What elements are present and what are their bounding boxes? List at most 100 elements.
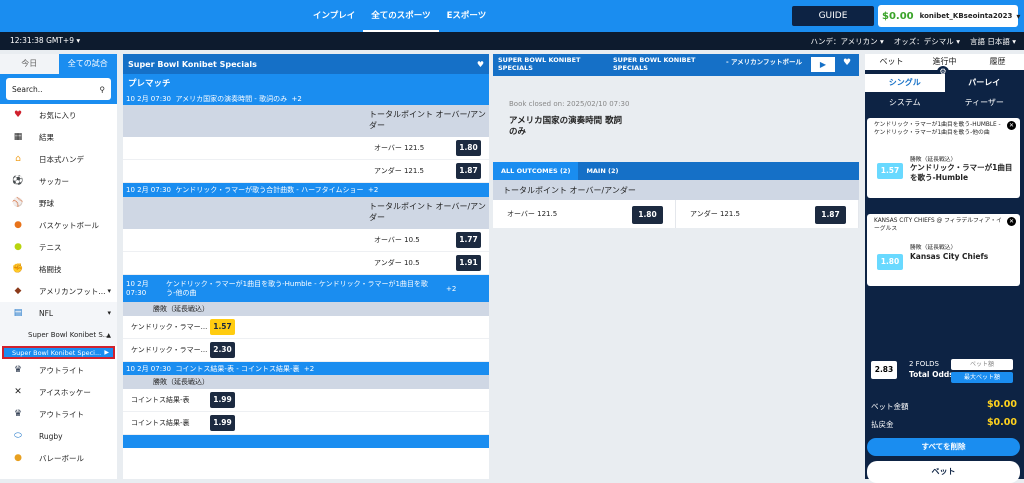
odds-row: ケンドリック・ラマー...1.57 bbox=[123, 316, 489, 339]
stake-input[interactable]: ベット額 bbox=[951, 359, 1013, 370]
odds-button[interactable]: 1.99 bbox=[210, 415, 235, 431]
event-header[interactable]: 10 2月 07:30 アメリカ国家の演奏時間 - 歌詞のみ +2 bbox=[123, 92, 489, 105]
sidebar-item-combat[interactable]: ✊格闘技 bbox=[0, 258, 117, 280]
tab-today[interactable]: 今日 bbox=[0, 54, 59, 74]
odds-button[interactable]: 1.91 bbox=[456, 255, 481, 271]
sidebar-sub-label: Super Bowl Konibet Speci... bbox=[12, 349, 101, 357]
close-icon[interactable]: ✕ bbox=[1007, 217, 1016, 226]
event-list-title: Super Bowl Konibet Specials bbox=[128, 60, 257, 69]
book-closed-text: Book closed on: 2025/02/10 07:30 bbox=[509, 100, 629, 108]
event-detail-header: SUPER BOWL KONIBET SPECIALS SUPER BOWL K… bbox=[493, 54, 859, 76]
event-title: アメリカ国家の演奏時間 歌詞のみ bbox=[509, 116, 629, 138]
event-header-partial[interactable] bbox=[123, 435, 489, 448]
account-username: konibet_KBseointa2023 bbox=[920, 12, 1013, 20]
sidebar-item-volleyball[interactable]: ●バレーボール bbox=[0, 447, 117, 469]
basketball-icon: ● bbox=[12, 220, 24, 230]
event-list-header: Super Bowl Konibet Specials ♥ bbox=[123, 54, 489, 74]
sidebar-item-label: お気に入り bbox=[39, 110, 77, 121]
language-select[interactable]: 言語 日本語 ▾ bbox=[970, 36, 1016, 47]
nav-inplay[interactable]: インプレイ bbox=[305, 0, 363, 32]
sidebar-item-outright-2[interactable]: ♛アウトライト bbox=[0, 403, 117, 425]
sidebar-item-results[interactable]: ▦結果 bbox=[0, 126, 117, 148]
event-header[interactable]: 10 2月 07:30 コイントス結果-表 - コイントス結果-裏 +2 bbox=[123, 362, 489, 375]
odds-cell: アンダー 121.5 1.87 bbox=[676, 200, 859, 228]
outcome-label: ケンドリック・ラマー... bbox=[131, 322, 207, 332]
odds-button[interactable]: 1.80 bbox=[456, 140, 481, 156]
chevron-down-icon: ▾ bbox=[76, 36, 80, 45]
max-stake-button[interactable]: 最大ベット額 bbox=[951, 372, 1013, 383]
clock[interactable]: 12:31:38 GMT+9 ▾ bbox=[10, 36, 80, 45]
sidebar-sub-super-bowl[interactable]: Super Bowl Konibet S...▲ bbox=[0, 324, 117, 346]
outcome-label: コイントス結果-裏 bbox=[131, 418, 190, 428]
odds-button[interactable]: 2.30 bbox=[210, 342, 235, 358]
heart-icon[interactable]: ♥ bbox=[477, 60, 484, 69]
sidebar-item-asian-handicap[interactable]: ⌂日本式ハンデ bbox=[0, 148, 117, 170]
outcome-label: アンダー 10.5 bbox=[374, 258, 420, 268]
odds-select[interactable]: オッズ：デシマル ▾ bbox=[894, 36, 960, 47]
breadcrumb-3[interactable]: - アメリカンフットボール bbox=[726, 56, 806, 66]
breadcrumb-2[interactable]: SUPER BOWL KONIBET SPECIALS bbox=[613, 56, 703, 72]
soccer-icon: ⚽ bbox=[12, 176, 24, 186]
slip-market: 勝敗（延長戦込） bbox=[910, 154, 956, 163]
search-input[interactable]: Search.. ⚲ bbox=[6, 78, 111, 100]
odds-button[interactable]: 1.80 bbox=[632, 206, 663, 224]
odds-button[interactable]: 1.77 bbox=[456, 232, 481, 248]
odds-row: アンダー 121.51.87 bbox=[123, 160, 489, 183]
tab-system[interactable]: システム bbox=[865, 94, 945, 112]
sidebar-sub-super-bowl-specials[interactable]: Super Bowl Konibet Speci...▶ bbox=[2, 346, 115, 359]
guide-button[interactable]: GUIDE bbox=[792, 6, 874, 26]
heart-icon[interactable]: ♥ bbox=[843, 58, 851, 68]
sidebar-item-nfl[interactable]: ▤NFL▾ bbox=[0, 302, 117, 324]
odds-button[interactable]: 1.99 bbox=[210, 392, 235, 408]
tab-history[interactable]: 履歴 bbox=[971, 54, 1024, 70]
bet-type-selector: シングル パーレイ bbox=[865, 74, 1024, 92]
sidebar-item-american-football[interactable]: ◆アメリカンフット...▾ bbox=[0, 280, 117, 302]
sidebar-item-rugby[interactable]: ⬭Rugby bbox=[0, 425, 117, 447]
sidebar-item-outright[interactable]: ♛アウトライト bbox=[0, 359, 117, 381]
account-menu[interactable]: $0.00 konibet_KBseointa2023 ▾ bbox=[878, 5, 1018, 27]
event-detail: SUPER BOWL KONIBET SPECIALS SUPER BOWL K… bbox=[493, 54, 859, 479]
odds-button-selected[interactable]: 1.57 bbox=[210, 319, 235, 335]
odds-button[interactable]: 1.87 bbox=[815, 206, 846, 224]
odds-button[interactable]: 1.87 bbox=[456, 163, 481, 179]
play-icon[interactable]: ▶ bbox=[811, 57, 835, 72]
event-date: 10 2月 07:30 bbox=[126, 185, 171, 195]
sidebar-item-basketball[interactable]: ●バスケットボール bbox=[0, 214, 117, 236]
baseball-icon: ⚾ bbox=[12, 198, 24, 208]
event-date: 10 2月 07:30 bbox=[126, 94, 171, 104]
slip-event: ケンドリック・ラマーが1曲目を歌う-HUMBLE - ケンドリック・ラマーが1曲… bbox=[874, 121, 1004, 137]
sidebar-item-soccer[interactable]: ⚽サッカー bbox=[0, 170, 117, 192]
chevron-up-icon: ▲ bbox=[106, 332, 111, 339]
place-bet-button[interactable]: ベット bbox=[867, 461, 1020, 483]
tab-all-outcomes[interactable]: ALL OUTCOMES (2) bbox=[493, 162, 578, 180]
event-header[interactable]: 10 2月07:30 ケンドリック・ラマーが1曲目を歌う-Humble - ケン… bbox=[123, 275, 489, 302]
sidebar-item-favorites[interactable]: ♥お気に入り bbox=[0, 104, 117, 126]
close-icon[interactable]: ✕ bbox=[1007, 121, 1016, 130]
tab-teaser[interactable]: ティーザー bbox=[945, 94, 1024, 112]
handicap-select[interactable]: ハンデ：アメリカン ▾ bbox=[811, 36, 884, 47]
payout-amount: $0.00 bbox=[987, 417, 1017, 428]
sidebar-item-label: アウトライト bbox=[39, 365, 84, 376]
breadcrumb-1[interactable]: SUPER BOWL KONIBET SPECIALS bbox=[498, 56, 598, 72]
outcome-label: アンダー 121.5 bbox=[690, 209, 740, 219]
tab-parlay[interactable]: パーレイ bbox=[945, 74, 1024, 92]
event-header[interactable]: 10 2月 07:30 ケンドリック・ラマーが歌う合計曲数 - ハーフタイムショ… bbox=[123, 183, 489, 197]
nav-all-sports[interactable]: 全てのスポーツ bbox=[363, 0, 438, 32]
prematch-label: プレマッチ bbox=[123, 74, 489, 92]
tab-bet[interactable]: ベット bbox=[865, 54, 918, 70]
odds-row: コイントス結果-裏 1.99 bbox=[123, 412, 489, 435]
sidebar-item-label: アメリカンフット... bbox=[39, 286, 106, 297]
tab-single[interactable]: シングル bbox=[865, 74, 945, 92]
sidebar-item-ice-hockey[interactable]: ✕アイスホッケー bbox=[0, 381, 117, 403]
bet-type-selector-2: システム ティーザー bbox=[865, 94, 1024, 112]
sidebar-item-label: 結果 bbox=[39, 132, 54, 143]
tab-all-matches[interactable]: 全ての試合 bbox=[59, 54, 118, 74]
sidebar-item-tennis[interactable]: ●テニス bbox=[0, 236, 117, 258]
tab-main[interactable]: MAIN (2) bbox=[578, 162, 626, 180]
slip-market: 勝敗（延長戦込） bbox=[910, 242, 956, 251]
sidebar-item-baseball[interactable]: ⚾野球 bbox=[0, 192, 117, 214]
sidebar: 今日 全ての試合 Search.. ⚲ ♥お気に入り ▦結果 ⌂日本式ハンデ ⚽… bbox=[0, 54, 117, 479]
clear-all-button[interactable]: すべてを削除 bbox=[867, 438, 1020, 456]
nav-esports[interactable]: Eスポーツ bbox=[439, 0, 495, 32]
parlay-summary: 2.83 2 FOLDS Total Odds ベット額 最大ベット額 bbox=[865, 356, 1024, 392]
